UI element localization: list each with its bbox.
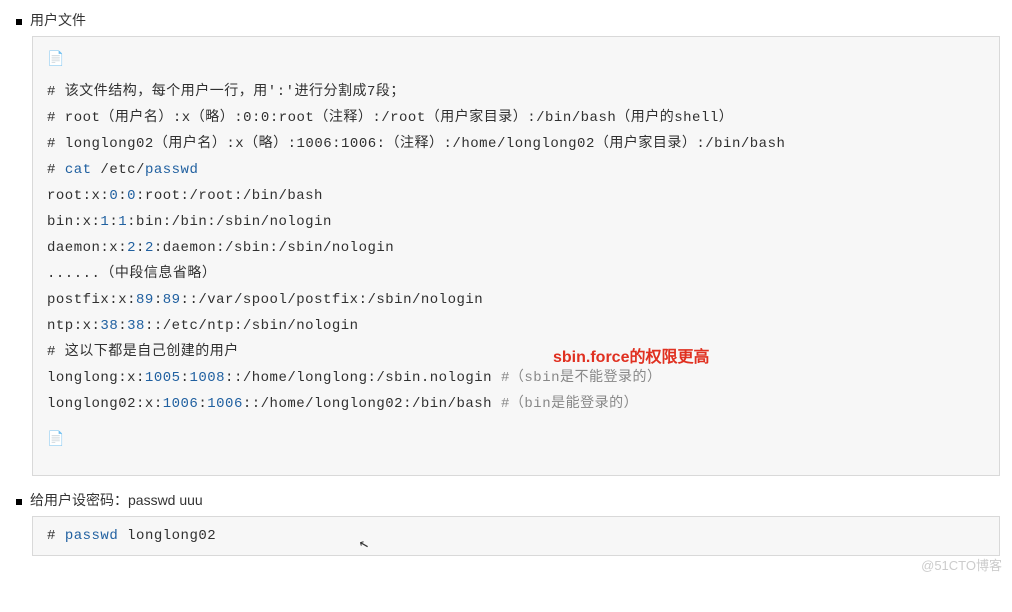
copy-icon[interactable]: 📄 (47, 47, 64, 73)
section2-title: 给用户设密码：passwd uuu (30, 490, 203, 510)
section1-header: 用户文件 (16, 10, 1000, 30)
code-line: longlong02:x:1006:1006::/home/longlong02… (47, 391, 985, 417)
code-line: # cat /etc/passwd (47, 157, 985, 183)
codeblock-passwd-cmd: # passwd longlong02 ↖ (32, 516, 1000, 556)
red-annotation: sbin.force的权限更高 (553, 343, 709, 367)
bullet-icon (16, 499, 22, 505)
watermark: @51CTO博客 (921, 555, 1002, 574)
code-line: # 该文件结构，每个用户一行，用':'进行分割成7段； (47, 79, 985, 105)
bullet-icon (16, 19, 22, 25)
codeblock-passwd-file: 📄 # 该文件结构，每个用户一行，用':'进行分割成7段； # root（用户名… (32, 36, 1000, 476)
code-line: root:x:0:0:root:/root:/bin/bash (47, 183, 985, 209)
code-line: postfix:x:89:89::/var/spool/postfix:/sbi… (47, 287, 985, 313)
copy-icon[interactable]: 📄 (47, 427, 64, 453)
section1-title: 用户文件 (30, 10, 86, 30)
code-line: daemon:x:2:2:daemon:/sbin:/sbin/nologin (47, 235, 985, 261)
code-line: bin:x:1:1:bin:/bin:/sbin/nologin (47, 209, 985, 235)
section2-header: 给用户设密码：passwd uuu (16, 490, 1000, 510)
code-line: # longlong02（用户名）:x（略）:1006:1006:（注释）:/h… (47, 131, 985, 157)
code-line: ntp:x:38:38::/etc/ntp:/sbin/nologin (47, 313, 985, 339)
code-line: # 这以下都是自己创建的用户 (47, 339, 985, 365)
code-line: longlong:x:1005:1008::/home/longlong:/sb… (47, 365, 985, 391)
code-line: # passwd longlong02 (47, 523, 985, 549)
code-line: ......（中段信息省略） (47, 261, 985, 287)
code-line: # root（用户名）:x（略）:0:0:root（注释）:/root（用户家目… (47, 105, 985, 131)
